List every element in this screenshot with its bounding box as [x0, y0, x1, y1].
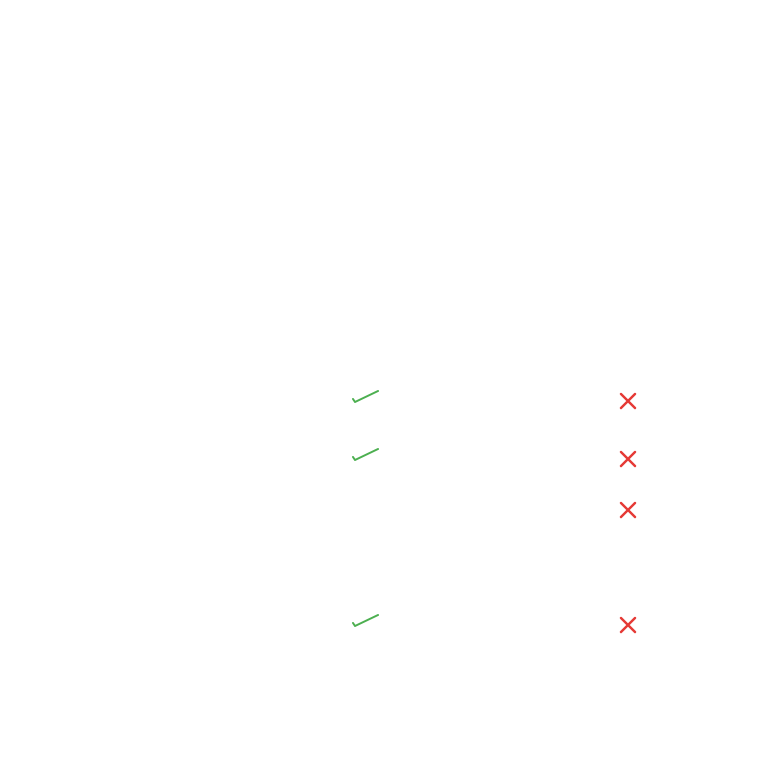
cross-icon [619, 616, 637, 634]
cross-icon [619, 392, 637, 410]
comparison-canvas [0, 0, 780, 760]
check-icon [352, 448, 379, 461]
check-icon [352, 390, 379, 403]
check-icon [352, 614, 379, 627]
cross-icon [619, 501, 637, 519]
cross-icon [619, 450, 637, 468]
